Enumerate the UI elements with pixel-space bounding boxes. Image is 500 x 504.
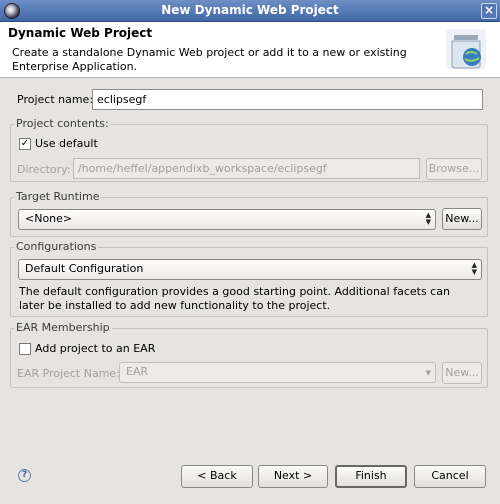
configuration-value: Default Configuration <box>25 262 144 275</box>
project-contents-title: Project contents: <box>14 117 111 130</box>
configuration-select[interactable]: Default Configuration ▲ ▼ <box>18 259 482 280</box>
window-title: New Dynamic Web Project <box>161 3 339 17</box>
select-arrows-icon: ▲ ▼ <box>471 261 477 276</box>
target-runtime-title: Target Runtime <box>14 190 102 203</box>
new-ear-button[interactable]: New... <box>442 362 482 384</box>
new-runtime-button[interactable]: New... <box>442 208 482 230</box>
cancel-button[interactable]: Cancel <box>414 465 486 488</box>
ear-project-select[interactable]: EAR ▼ <box>119 362 436 383</box>
use-default-label: Use default <box>35 137 98 150</box>
project-name-input[interactable]: eclipsegf <box>92 89 483 110</box>
select-arrows-icon: ▲ ▼ <box>425 211 431 226</box>
configuration-description: The default configuration provides a goo… <box>19 285 450 312</box>
directory-input[interactable]: /home/heffel/appendixb_workspace/eclipse… <box>73 158 420 179</box>
ear-project-value: EAR <box>126 365 149 378</box>
project-name-label: Project name: <box>17 93 94 106</box>
wizard-header: Dynamic Web Project Create a standalone … <box>0 22 500 78</box>
back-button[interactable]: < Back <box>181 465 253 488</box>
browse-button[interactable]: Browse... <box>426 158 482 180</box>
web-project-icon <box>446 29 486 69</box>
add-to-ear-label: Add project to an EAR <box>35 342 156 355</box>
close-icon[interactable]: × <box>481 3 497 19</box>
target-runtime-select[interactable]: <None> ▲ ▼ <box>18 209 436 230</box>
ear-project-name-label: EAR Project Name: <box>17 367 120 380</box>
target-runtime-value: <None> <box>25 212 73 225</box>
ear-membership-title: EAR Membership <box>14 321 112 334</box>
wizard-title: Dynamic Web Project <box>8 26 153 40</box>
use-default-checkbox[interactable]: ✓ <box>19 138 31 150</box>
next-button[interactable]: Next > <box>258 465 328 488</box>
title-bar: New Dynamic Web Project × <box>0 0 500 22</box>
help-icon[interactable]: ? <box>18 469 31 482</box>
wizard-description: Create a standalone Dynamic Web project … <box>12 46 407 73</box>
chevron-down-icon: ▼ <box>425 369 431 377</box>
add-to-ear-checkbox[interactable] <box>19 343 31 355</box>
finish-button[interactable]: Finish <box>335 465 407 488</box>
directory-label: Directory: <box>17 163 71 176</box>
configurations-title: Configurations <box>14 240 99 253</box>
